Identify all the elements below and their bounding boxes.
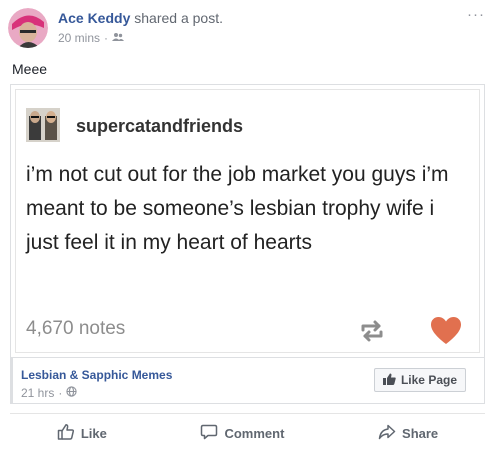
author-name[interactable]: Ace Keddy bbox=[58, 10, 130, 26]
like-button[interactable]: Like bbox=[57, 423, 107, 444]
action-bar-divider bbox=[10, 413, 485, 414]
attribution-meta: 21 hrs · bbox=[21, 386, 77, 400]
attribution-time[interactable]: 21 hrs bbox=[21, 386, 54, 400]
post-meta: 20 mins · bbox=[58, 31, 125, 45]
post-text: Meee bbox=[12, 61, 48, 77]
like-page-button[interactable]: Like Page bbox=[373, 368, 466, 392]
tumblr-notes-count: 4,670 notes bbox=[26, 318, 126, 339]
post-options-button[interactable]: ··· bbox=[467, 6, 485, 23]
page-name-link[interactable]: Lesbian & Sapphic Memes bbox=[21, 368, 172, 382]
thumbs-up-outline-icon bbox=[57, 423, 75, 444]
comment-icon bbox=[200, 423, 218, 444]
tumblr-post-image: supercatandfriends i’m not cut out for t… bbox=[15, 89, 480, 353]
post-author-line: Ace Keddy shared a post. bbox=[58, 10, 223, 26]
shared-image-card[interactable]: supercatandfriends i’m not cut out for t… bbox=[10, 84, 485, 357]
like-page-label: Like Page bbox=[400, 373, 457, 387]
thumbs-up-icon bbox=[382, 373, 396, 388]
globe-icon[interactable] bbox=[66, 386, 77, 400]
comment-label: Comment bbox=[224, 425, 285, 441]
share-label: Share bbox=[402, 425, 439, 441]
heart-icon bbox=[430, 316, 462, 346]
feed-post: Ace Keddy shared a post. 20 mins · ··· M… bbox=[0, 0, 495, 451]
author-avatar[interactable] bbox=[8, 8, 48, 48]
post-action-bar: Like Comment Share bbox=[10, 418, 485, 448]
tumblr-username: supercatandfriends bbox=[76, 116, 244, 136]
share-arrow-icon bbox=[378, 423, 396, 444]
share-button[interactable]: Share bbox=[378, 423, 438, 444]
reblog-icon bbox=[359, 318, 385, 344]
post-time[interactable]: 20 mins bbox=[58, 31, 100, 45]
comment-button[interactable]: Comment bbox=[200, 423, 284, 444]
meta-separator: · bbox=[58, 386, 63, 400]
friends-audience-icon[interactable] bbox=[112, 31, 125, 45]
tumblr-post-body: i’m not cut out for the job market you g… bbox=[26, 163, 449, 254]
meta-separator: · bbox=[104, 31, 109, 45]
like-label: Like bbox=[80, 425, 107, 441]
shared-page-attribution: Lesbian & Sapphic Memes 21 hrs · Like Pa… bbox=[10, 357, 485, 404]
shared-post-text: shared a post. bbox=[134, 10, 223, 26]
tumblr-user-avatar bbox=[26, 108, 60, 142]
